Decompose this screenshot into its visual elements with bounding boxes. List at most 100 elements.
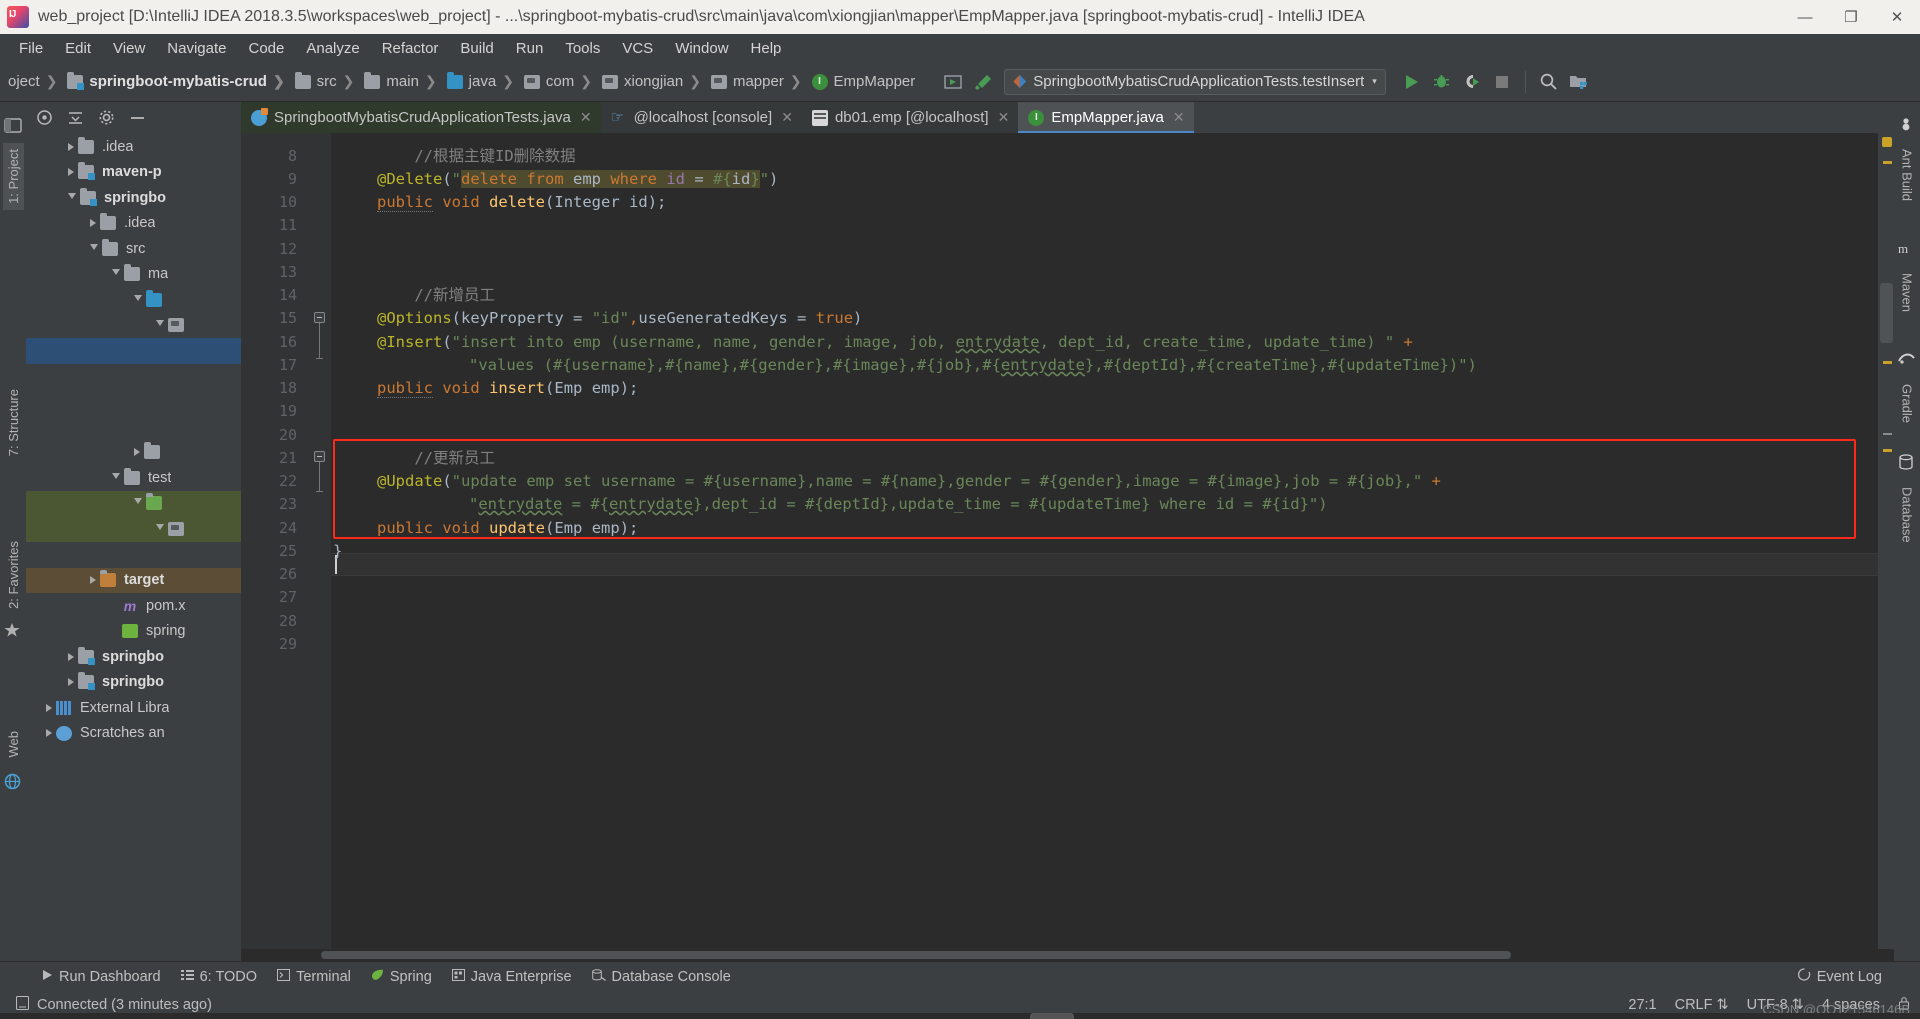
menu-view[interactable]: View: [102, 37, 156, 60]
hide-panel-icon[interactable]: [129, 109, 146, 126]
menu-vcs[interactable]: VCS: [611, 37, 664, 60]
sidebar-item-maven[interactable]: Maven: [1897, 267, 1918, 318]
editor-gutter[interactable]: 8 9 10 11 12 13 14 15 16 17 18 19 20 21 …: [241, 133, 331, 949]
bottom-item-terminal[interactable]: Terminal: [277, 968, 351, 985]
sidebar-item-web[interactable]: Web: [3, 725, 24, 764]
menu-navigate[interactable]: Navigate: [156, 37, 237, 60]
sidebar-item-structure[interactable]: 7: Structure: [3, 383, 24, 462]
tree-row-java[interactable]: [26, 287, 241, 313]
sidebar-item-database[interactable]: Database: [1897, 481, 1918, 549]
editor-tab-springboot-tests[interactable]: SpringbootMybatisCrudApplicationTests.ja…: [241, 102, 601, 133]
tree-row-target[interactable]: target: [26, 567, 241, 593]
editor-horizontal-scrollbar[interactable]: [241, 949, 1894, 961]
breadcrumb-project[interactable]: oject ❯: [6, 72, 65, 91]
bottom-item-spring[interactable]: Spring: [371, 969, 432, 985]
tree-row-test-package[interactable]: [26, 516, 241, 542]
tree-row-pom-xml[interactable]: m pom.x: [26, 593, 241, 619]
editor-tab-localhost-console[interactable]: ☞ @localhost [console] ✕: [600, 102, 802, 133]
project-structure-icon[interactable]: [1565, 68, 1593, 96]
breadcrumb-module[interactable]: springboot-mybatis-crud ❯: [65, 72, 292, 91]
minimize-button[interactable]: —: [1782, 0, 1828, 34]
stop-icon[interactable]: [1488, 68, 1516, 96]
inspection-status-icon[interactable]: [1882, 137, 1892, 147]
bottom-item-database-console[interactable]: Database Console: [591, 969, 731, 985]
menu-edit[interactable]: Edit: [54, 37, 102, 60]
tree-row-test[interactable]: test: [26, 465, 241, 491]
menu-build[interactable]: Build: [449, 37, 504, 60]
breadcrumb-com[interactable]: com ❯: [522, 72, 600, 91]
close-button[interactable]: ✕: [1874, 0, 1920, 34]
menu-refactor[interactable]: Refactor: [371, 37, 450, 60]
tree-row-springboot-2[interactable]: springbo: [26, 644, 241, 670]
editor-tab-empmapper[interactable]: I EmpMapper.java ✕: [1018, 102, 1194, 133]
sidebar-item-ant-build[interactable]: Ant Build: [1897, 143, 1918, 207]
tree-row-main[interactable]: ma: [26, 262, 241, 288]
bottom-item-java-enterprise[interactable]: Java Enterprise: [451, 968, 572, 985]
tree-row-maven-parent[interactable]: maven-p: [26, 160, 241, 186]
tree-row-springboot-module[interactable]: springbo: [26, 185, 241, 211]
warning-marker[interactable]: [1883, 161, 1892, 164]
close-icon[interactable]: ✕: [580, 109, 592, 126]
close-icon[interactable]: ✕: [781, 109, 793, 126]
fold-toggle-insert[interactable]: [314, 312, 325, 323]
warning-marker[interactable]: [1883, 361, 1892, 364]
tree-row-scratches[interactable]: Scratches an: [26, 721, 241, 747]
menu-help[interactable]: Help: [740, 37, 793, 60]
tree-row-test-java[interactable]: [26, 490, 241, 516]
web-globe-icon[interactable]: [4, 773, 22, 791]
breadcrumb-main[interactable]: main ❯: [362, 72, 444, 91]
project-tree[interactable]: .idea maven-p springbo .idea src ma test…: [26, 132, 241, 961]
taskbar-window-pill[interactable]: [1030, 1013, 1074, 1019]
favorites-star-icon[interactable]: [4, 622, 22, 640]
close-icon[interactable]: ✕: [1173, 109, 1185, 126]
run-configuration-selector[interactable]: SpringbootMybatisCrudApplicationTests.te…: [1004, 68, 1386, 95]
menu-code[interactable]: Code: [237, 37, 295, 60]
editor-horizontal-scroll-thumb[interactable]: [321, 951, 1511, 959]
caret-position[interactable]: 27:1: [1628, 997, 1656, 1013]
menu-window[interactable]: Window: [664, 37, 739, 60]
tree-row-springboot-3[interactable]: springbo: [26, 670, 241, 696]
breadcrumb-xiongjian[interactable]: xiongjian ❯: [600, 72, 709, 91]
breadcrumb-mapper[interactable]: mapper ❯: [709, 72, 810, 91]
search-everywhere-icon[interactable]: [1535, 68, 1563, 96]
editor-tab-db01-emp[interactable]: db01.emp [@localhost] ✕: [801, 102, 1019, 133]
tree-row-mapper-selected[interactable]: [26, 338, 241, 364]
menu-tools[interactable]: Tools: [554, 37, 611, 60]
code-editor[interactable]: //根据主键ID删除数据 @Delete("delete from emp wh…: [331, 133, 1878, 949]
bottom-item-event-log[interactable]: Event Log: [1797, 968, 1882, 985]
collapse-all-icon[interactable]: [67, 109, 84, 126]
warning-marker[interactable]: [1883, 449, 1892, 452]
tree-row-resources[interactable]: [26, 440, 241, 466]
scroll-marker[interactable]: [1883, 433, 1892, 435]
bottom-item-run-dashboard[interactable]: Run Dashboard: [42, 969, 161, 985]
editor-scrollbar-thumb[interactable]: [1880, 283, 1893, 343]
run-icon[interactable]: [1398, 68, 1426, 96]
run-with-coverage-icon[interactable]: [1458, 68, 1486, 96]
tree-row-idea-top[interactable]: .idea: [26, 134, 241, 160]
debug-icon[interactable]: [1428, 68, 1456, 96]
breadcrumb-empmapper[interactable]: I EmpMapper: [810, 72, 918, 91]
run-anything-icon[interactable]: [939, 68, 967, 96]
close-icon[interactable]: ✕: [998, 109, 1010, 126]
settings-gear-icon[interactable]: [98, 109, 115, 126]
menu-analyze[interactable]: Analyze: [295, 37, 370, 60]
build-hammer-icon[interactable]: [969, 68, 997, 96]
breadcrumb-java[interactable]: java ❯: [445, 72, 522, 91]
menu-run[interactable]: Run: [505, 37, 555, 60]
tree-row-com[interactable]: [26, 313, 241, 339]
tree-row-external-libraries[interactable]: External Libra: [26, 695, 241, 721]
analysis-marker-strip[interactable]: [1878, 133, 1894, 949]
sidebar-item-project[interactable]: 1: Project: [2, 143, 24, 210]
line-separator[interactable]: CRLF ⇅: [1675, 997, 1729, 1013]
sidebar-item-gradle[interactable]: Gradle: [1897, 378, 1918, 429]
tree-row-src[interactable]: src: [26, 236, 241, 262]
tree-row-spring-file[interactable]: spring: [26, 619, 241, 645]
maximize-button[interactable]: ❐: [1828, 0, 1874, 34]
menu-file[interactable]: File: [8, 37, 54, 60]
breadcrumb-src[interactable]: src ❯: [293, 72, 363, 91]
locate-in-tree-icon[interactable]: [36, 109, 53, 126]
tree-row-idea[interactable]: .idea: [26, 211, 241, 237]
project-view-toggle-icon[interactable]: [4, 116, 22, 134]
fold-toggle-update[interactable]: [314, 451, 325, 462]
bottom-item-todo[interactable]: 6: TODO: [180, 969, 257, 985]
